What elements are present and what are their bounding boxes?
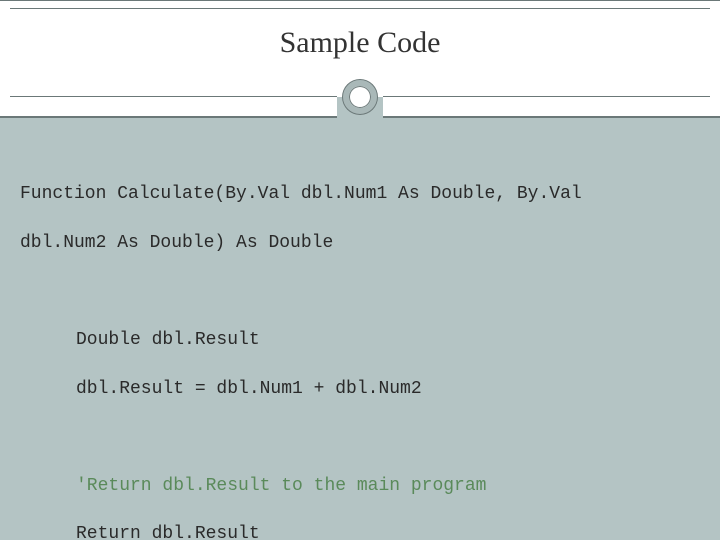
- code-blank: [20, 425, 700, 449]
- slide: Sample Code Function Calculate(By.Val db…: [0, 0, 720, 540]
- code-line: Function Calculate(By.Val dbl.Num1 As Do…: [20, 182, 700, 206]
- circle-ornament-icon: [343, 80, 377, 114]
- slide-title: Sample Code: [0, 26, 720, 60]
- code-line: Double dbl.Result: [20, 328, 700, 352]
- code-block: Function Calculate(By.Val dbl.Num1 As Do…: [20, 158, 700, 540]
- code-blank: [20, 279, 700, 303]
- code-line: dbl.Num2 As Double) As Double: [20, 231, 700, 255]
- header-top-rule: [10, 8, 710, 9]
- code-comment: 'Return dbl.Result to the main program: [20, 474, 700, 498]
- code-line: Return dbl.Result: [20, 522, 700, 540]
- code-line: dbl.Result = dbl.Num1 + dbl.Num2: [20, 377, 700, 401]
